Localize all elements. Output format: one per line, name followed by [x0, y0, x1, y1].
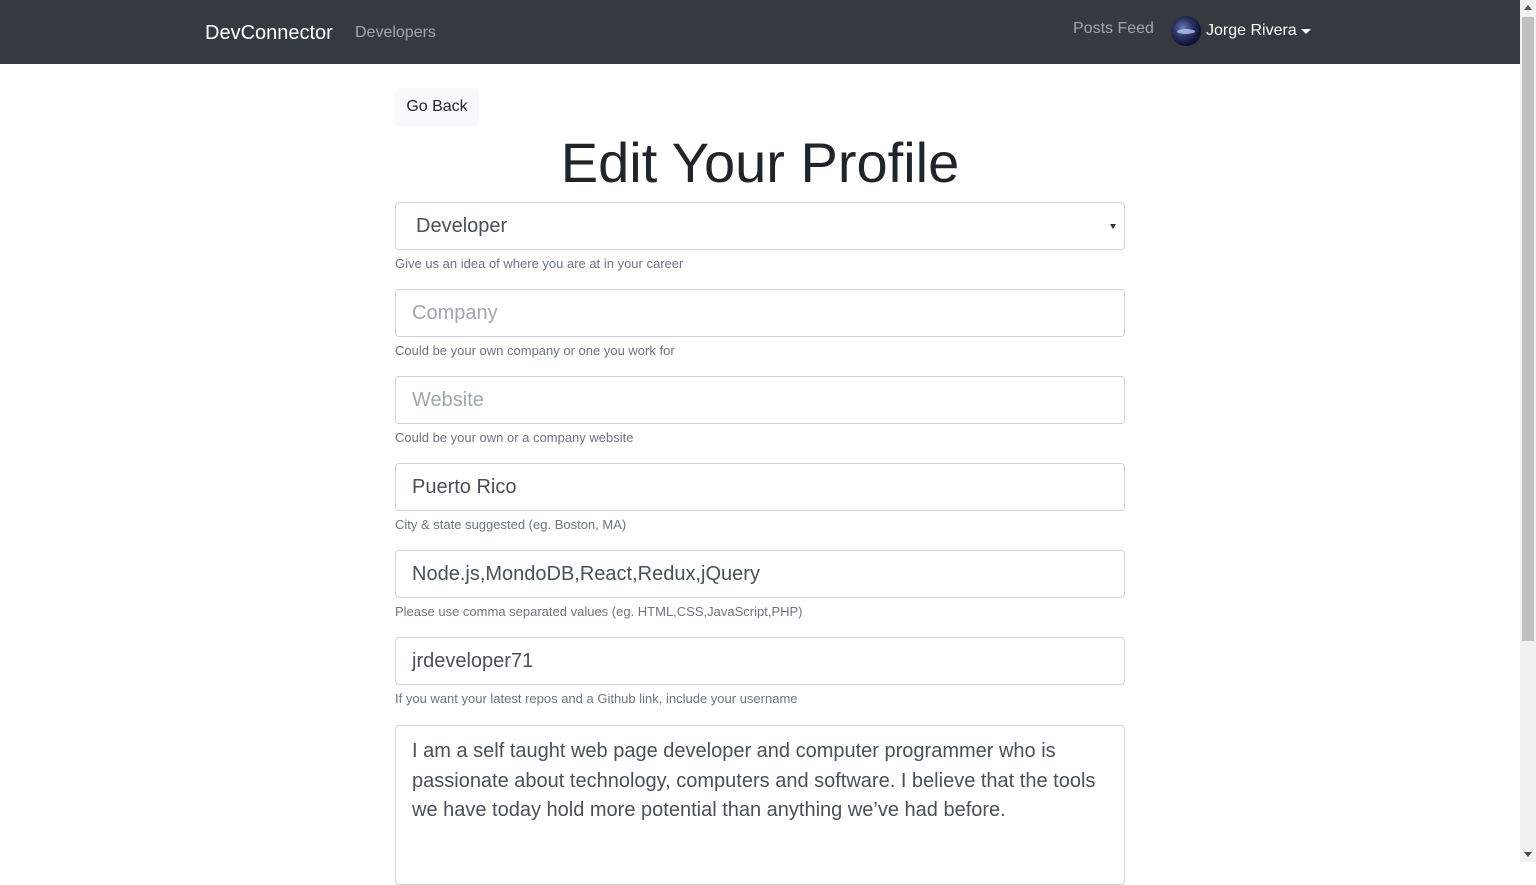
- bio-textarea[interactable]: I am a self taught web page developer an…: [395, 725, 1125, 885]
- nav-link-posts-feed[interactable]: Posts Feed: [1073, 18, 1154, 40]
- user-name: Jorge Rivera: [1206, 22, 1297, 39]
- status-help-text: Give us an idea of where you are at in y…: [395, 256, 684, 271]
- user-dropdown-toggle[interactable]: Jorge Rivera: [1171, 15, 1311, 47]
- scroll-down-arrow-icon[interactable]: [1520, 846, 1536, 862]
- chevron-down-icon: [1110, 224, 1116, 229]
- go-back-button[interactable]: Go Back: [395, 88, 479, 126]
- scrollbar-thumb[interactable]: [1522, 17, 1534, 641]
- location-input[interactable]: Puerto Rico: [395, 463, 1125, 511]
- skills-help-text: Please use comma separated values (eg. H…: [395, 604, 803, 619]
- skills-input[interactable]: Node.js,MondoDB,React,Redux,jQuery: [395, 550, 1125, 598]
- page-scrollbar[interactable]: [1520, 0, 1536, 862]
- website-placeholder: Website: [412, 388, 484, 411]
- company-help-text: Could be your own company or one you wor…: [395, 343, 675, 358]
- company-placeholder: Company: [412, 301, 498, 324]
- caret-down-icon: [1300, 29, 1311, 34]
- status-select-value: Developer: [416, 214, 508, 237]
- github-help-text: If you want your latest repos and a Gith…: [395, 691, 798, 706]
- avatar: [1171, 16, 1201, 46]
- skills-value: Node.js,MondoDB,React,Redux,jQuery: [412, 562, 760, 585]
- status-select[interactable]: Developer: [395, 202, 1125, 250]
- website-input[interactable]: Website: [395, 376, 1125, 424]
- nav-link-developers[interactable]: Developers: [355, 22, 436, 44]
- scroll-up-arrow-icon[interactable]: [1520, 0, 1536, 16]
- github-username-value: jrdeveloper71: [412, 649, 534, 672]
- location-help-text: City & state suggested (eg. Boston, MA): [395, 517, 627, 532]
- top-navbar: DevConnector Developers Posts Feed Jorge…: [0, 0, 1520, 64]
- location-value: Puerto Rico: [412, 475, 517, 498]
- company-input[interactable]: Company: [395, 289, 1125, 337]
- brand-link[interactable]: DevConnector: [205, 20, 333, 46]
- website-help-text: Could be your own or a company website: [395, 430, 634, 445]
- page-title: Edit Your Profile: [560, 131, 960, 194]
- github-username-input[interactable]: jrdeveloper71: [395, 637, 1125, 685]
